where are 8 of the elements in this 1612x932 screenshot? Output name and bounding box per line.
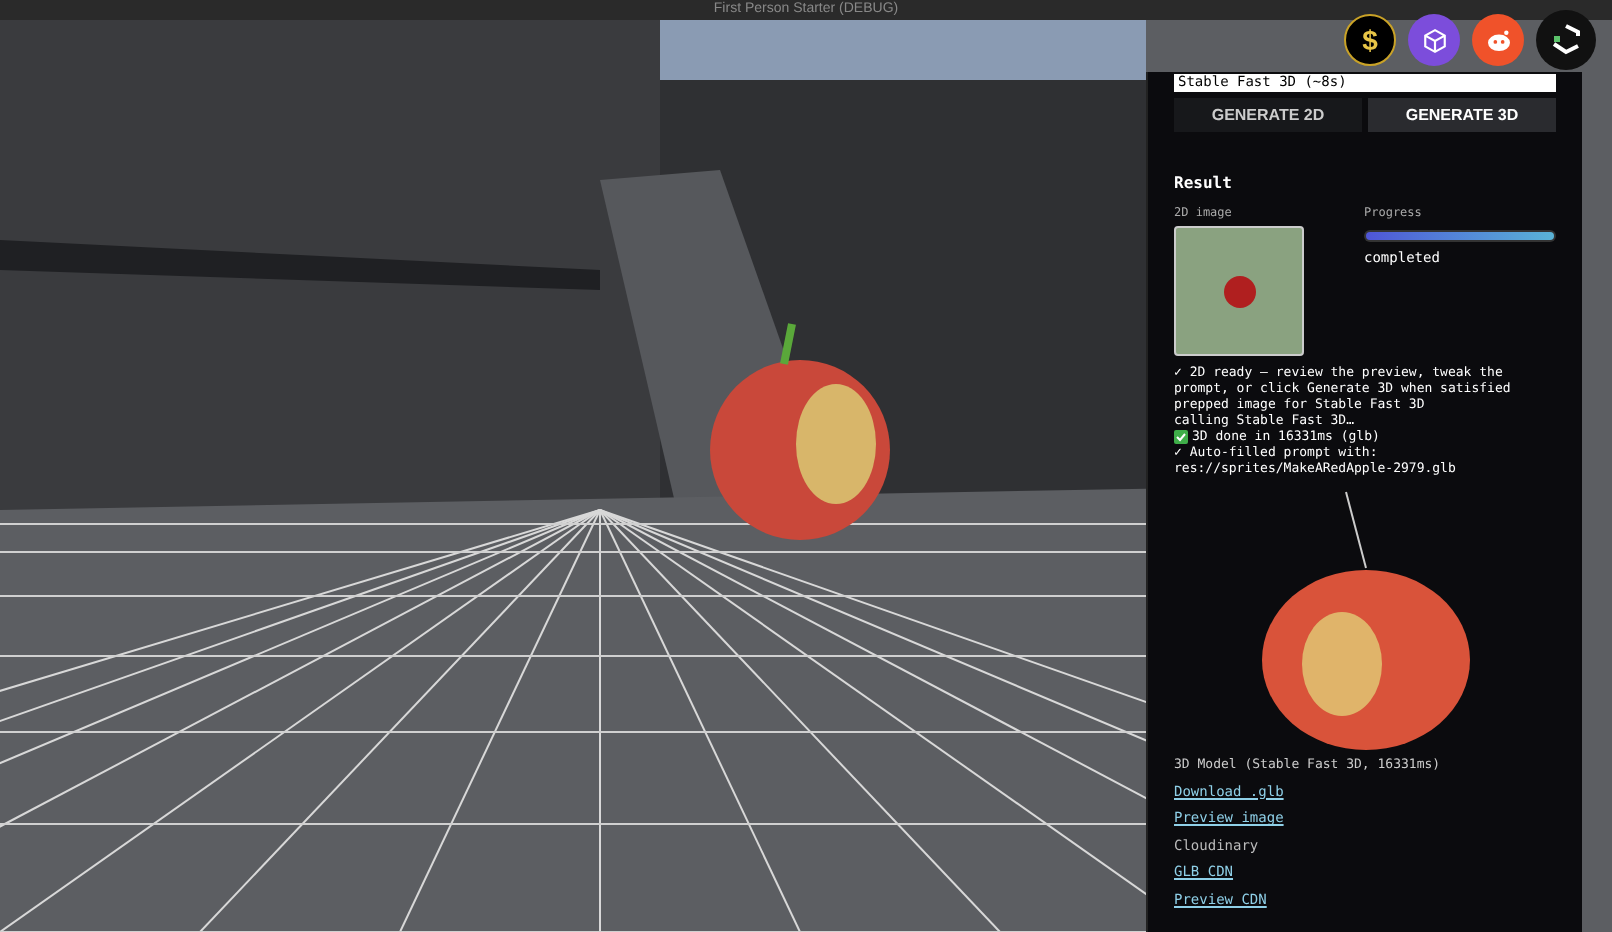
- generate-button[interactable]: GENERATE 3D: [1368, 98, 1556, 132]
- apple-thumbnail: [1174, 226, 1304, 356]
- cube-icon: [1421, 27, 1447, 53]
- logo-icon: [1550, 24, 1582, 56]
- checkbox-icon: [1174, 429, 1188, 443]
- generate-button[interactable]: GENERATE 2D: [1174, 98, 1362, 132]
- result-heading: Result: [1174, 172, 1234, 196]
- alien-face-icon: [1485, 29, 1511, 51]
